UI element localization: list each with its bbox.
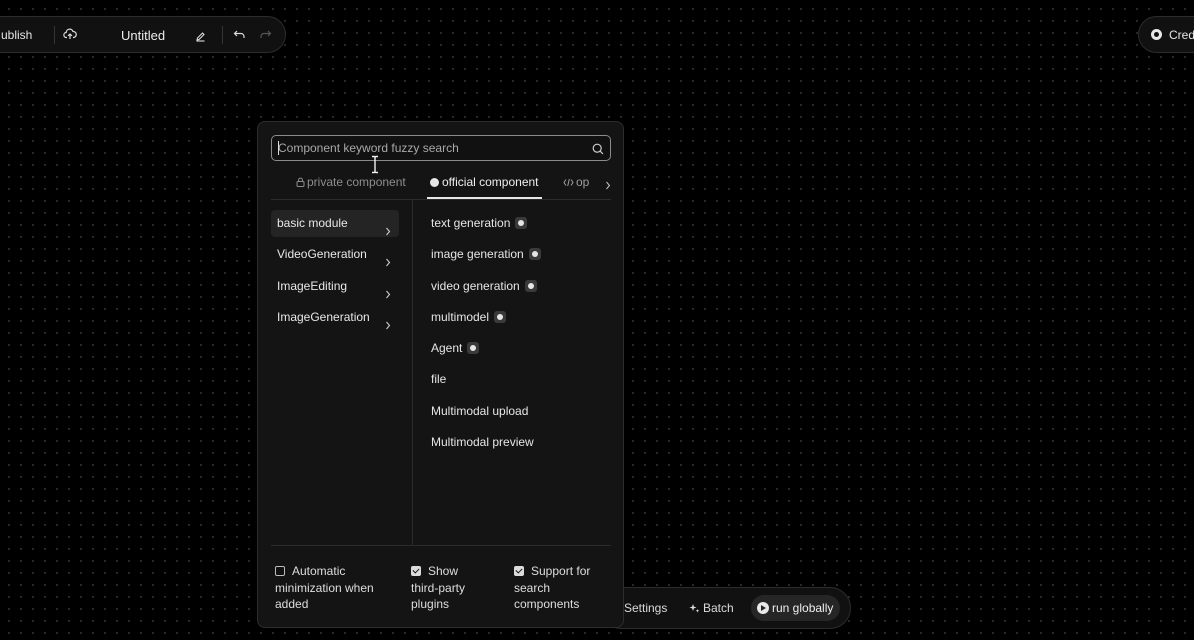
component-picker-panel: private component official component op … [257,121,624,628]
batch-label: Batch [703,601,734,615]
chevron-right-icon [385,313,391,340]
component-list: text generation image generation video g… [431,210,611,460]
option-label: Automatic [292,564,346,578]
component-video-generation[interactable]: video generation [431,273,611,300]
category-video-generation[interactable]: VideoGeneration [271,241,399,268]
edit-title-icon[interactable] [195,29,206,47]
run-label: run globally [772,601,834,615]
option-label: Support for [531,564,591,578]
active-tab-indicator [427,197,542,199]
category-image-editing[interactable]: ImageEditing [271,273,399,300]
play-icon [757,602,769,614]
component-label: Multimodal preview [431,435,534,450]
category-label: ImageEditing [277,278,348,293]
official-icon [430,178,439,187]
lock-icon [296,177,305,187]
component-tabs: private component official component op [271,169,611,200]
checkbox-support-search[interactable] [514,566,524,576]
official-badge-icon [515,217,528,229]
component-label: video generation [431,278,520,293]
cloud-upload-icon[interactable] [63,27,77,46]
toolbar-divider [54,26,55,44]
document-title[interactable]: Untitled [121,28,165,43]
search-icon[interactable] [592,142,604,160]
bottom-toolbar: Settings Batch run globally [600,587,851,629]
category-label: VideoGeneration [277,247,367,262]
credits-button[interactable]: Credi [1138,16,1194,53]
category-label: ImageGeneration [277,309,370,324]
category-label: basic module [277,216,348,230]
undo-icon[interactable] [233,28,246,46]
option-show-third-party[interactable]: Show third-party plugins [411,563,501,613]
tab-label: official component [442,175,539,189]
component-multimodel[interactable]: multimodel [431,304,611,331]
panel-options: Automatic minimization when added Show t… [271,545,611,616]
toolbar-divider [222,26,223,44]
credits-label: Credi [1169,28,1194,42]
component-label: text generation [431,216,511,230]
official-badge-icon [494,310,507,323]
option-label: components [514,597,580,611]
search-input[interactable] [278,136,578,160]
search-box[interactable] [271,135,611,161]
run-globally-button[interactable]: run globally [751,595,841,621]
option-auto-minimize[interactable]: Automatic minimization when added [275,563,393,613]
component-multimodal-upload[interactable]: Multimodal upload [431,398,611,425]
publish-button[interactable]: ublish [1,28,32,42]
tab-label: op [576,175,590,189]
column-divider [412,200,413,545]
component-label: file [431,372,447,387]
component-label: Multimodal upload [431,403,529,418]
checkbox-show-third-party[interactable] [411,566,421,576]
top-toolbar: ublish Untitled [0,16,286,53]
component-text-generation[interactable]: text generation [431,210,611,237]
category-basic-module[interactable]: basic module [271,210,399,237]
category-list: basic module VideoGeneration ImageEditin… [271,210,399,335]
component-label: Agent [431,341,463,356]
tab-label: private component [307,175,406,189]
component-label: image generation [431,247,524,262]
official-badge-icon [528,248,541,261]
option-label: minimization when [275,580,374,595]
tab-private-component[interactable]: private component [296,175,406,189]
option-label: search [514,580,551,595]
redo-icon[interactable] [259,28,272,46]
option-support-search[interactable]: Support for search components [514,563,604,613]
text-caret [278,141,279,155]
settings-button[interactable]: Settings [624,601,667,615]
option-label: Show [428,564,459,578]
checkbox-auto-minimize[interactable] [275,566,285,576]
code-icon [563,178,574,187]
chevron-right-icon[interactable] [605,177,611,195]
credits-icon [1151,29,1162,40]
official-badge-icon [467,342,480,355]
option-label: added [275,597,309,611]
option-label: third-party [411,580,466,595]
component-agent[interactable]: Agent [431,335,611,362]
category-image-generation[interactable]: ImageGeneration [271,304,399,331]
component-image-generation[interactable]: image generation [431,241,611,268]
component-multimodal-preview[interactable]: Multimodal preview [431,429,611,456]
official-badge-icon [524,279,537,292]
component-file[interactable]: file [431,366,611,393]
tab-op[interactable]: op [563,175,589,189]
option-label: plugins [411,597,450,611]
component-label: multimodel [431,309,490,324]
tab-official-component[interactable]: official component [430,175,539,189]
batch-button[interactable]: Batch [689,601,734,615]
sparkle-icon [689,604,700,613]
